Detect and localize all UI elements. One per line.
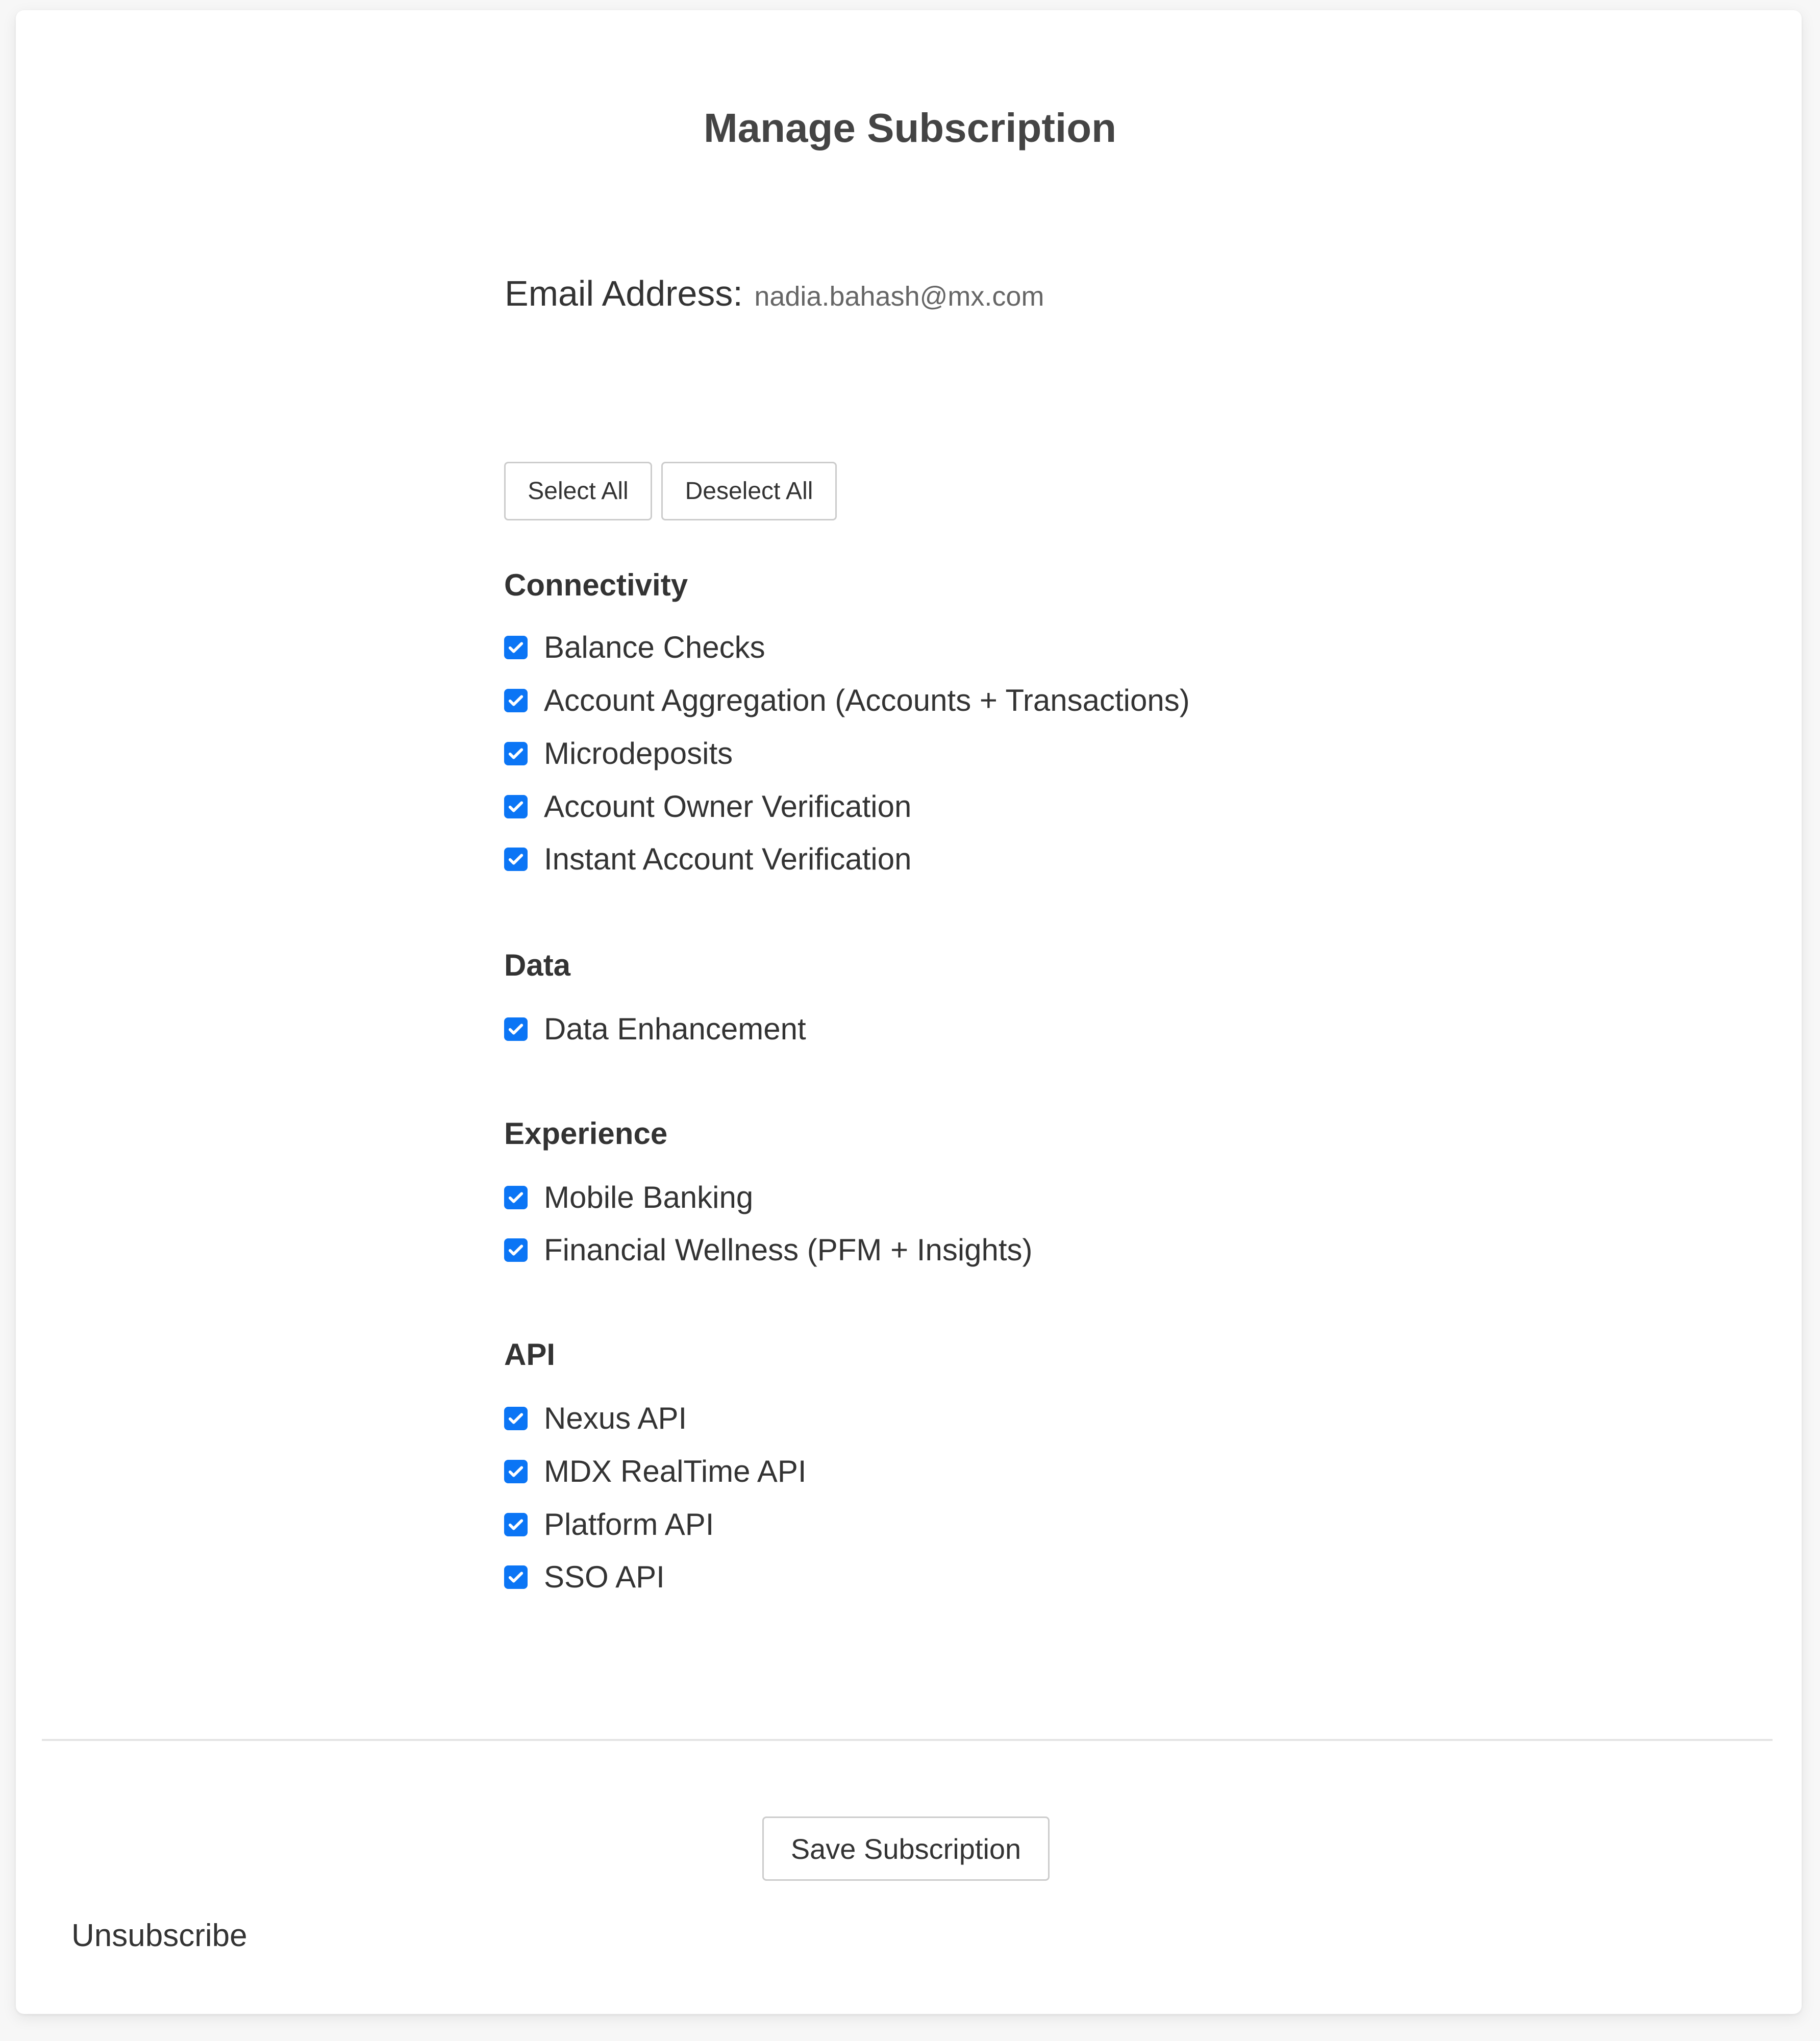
email-label: Email Address: <box>505 273 743 313</box>
checkbox-item-balance-checks[interactable]: Balance Checks <box>504 630 765 665</box>
checkbox-checked-icon[interactable] <box>504 688 528 712</box>
checkbox-checked-icon[interactable] <box>504 1459 528 1483</box>
select-all-button[interactable]: Select All <box>504 462 652 520</box>
checkbox-label: Account Aggregation (Accounts + Transact… <box>544 683 1190 717</box>
checkbox-checked-icon[interactable] <box>504 635 528 659</box>
checkbox-label: Microdeposits <box>544 736 733 770</box>
save-subscription-button[interactable]: Save Subscription <box>762 1816 1050 1881</box>
section-heading-data: Data <box>504 948 571 982</box>
checkbox-item-account-owner-verification[interactable]: Account Owner Verification <box>504 789 911 824</box>
checkbox-label: Account Owner Verification <box>544 789 912 824</box>
checkbox-checked-icon[interactable] <box>504 1565 528 1589</box>
checkbox-label: Data Enhancement <box>544 1012 806 1046</box>
deselect-all-button[interactable]: Deselect All <box>661 462 837 520</box>
unsubscribe-link[interactable]: Unsubscribe <box>71 1918 247 1954</box>
checkbox-item-instant-account-verification[interactable]: Instant Account Verification <box>504 841 911 877</box>
checkbox-label: Mobile Banking <box>544 1180 754 1214</box>
checkbox-checked-icon[interactable] <box>504 794 528 818</box>
checkbox-checked-icon[interactable] <box>504 1238 528 1262</box>
checkbox-checked-icon[interactable] <box>504 847 528 871</box>
email-row: Email Address: nadia.bahash@mx.com <box>505 273 1044 314</box>
email-value: nadia.bahash@mx.com <box>754 281 1044 312</box>
checkbox-item-financial-wellness[interactable]: Financial Wellness (PFM + Insights) <box>504 1232 1033 1267</box>
checkbox-item-microdeposits[interactable]: Microdeposits <box>504 736 733 771</box>
page-title: Manage Subscription <box>704 105 1116 151</box>
checkbox-label: Instant Account Verification <box>544 842 912 876</box>
checkbox-label: Nexus API <box>544 1401 687 1435</box>
section-heading-experience: Experience <box>504 1116 668 1151</box>
checkbox-item-mdx-realtime-api[interactable]: MDX RealTime API <box>504 1454 807 1489</box>
checkbox-item-nexus-api[interactable]: Nexus API <box>504 1401 687 1436</box>
checkbox-checked-icon[interactable] <box>504 1406 528 1430</box>
checkbox-checked-icon[interactable] <box>504 1017 528 1041</box>
checkbox-label: MDX RealTime API <box>544 1454 807 1488</box>
checkbox-label: SSO API <box>544 1560 665 1594</box>
checkbox-label: Financial Wellness (PFM + Insights) <box>544 1233 1033 1267</box>
checkbox-item-data-enhancement[interactable]: Data Enhancement <box>504 1011 806 1047</box>
checkbox-label: Platform API <box>544 1507 714 1541</box>
divider <box>42 1739 1773 1741</box>
checkbox-checked-icon[interactable] <box>504 741 528 765</box>
checkbox-checked-icon[interactable] <box>504 1512 528 1536</box>
checkbox-item-account-aggregation[interactable]: Account Aggregation (Accounts + Transact… <box>504 683 1190 718</box>
checkbox-item-sso-api[interactable]: SSO API <box>504 1559 665 1595</box>
section-heading-connectivity: Connectivity <box>504 568 688 602</box>
checkbox-item-platform-api[interactable]: Platform API <box>504 1507 714 1542</box>
checkbox-label: Balance Checks <box>544 630 765 664</box>
checkbox-item-mobile-banking[interactable]: Mobile Banking <box>504 1180 753 1215</box>
section-heading-api: API <box>504 1337 556 1372</box>
checkbox-checked-icon[interactable] <box>504 1185 528 1209</box>
